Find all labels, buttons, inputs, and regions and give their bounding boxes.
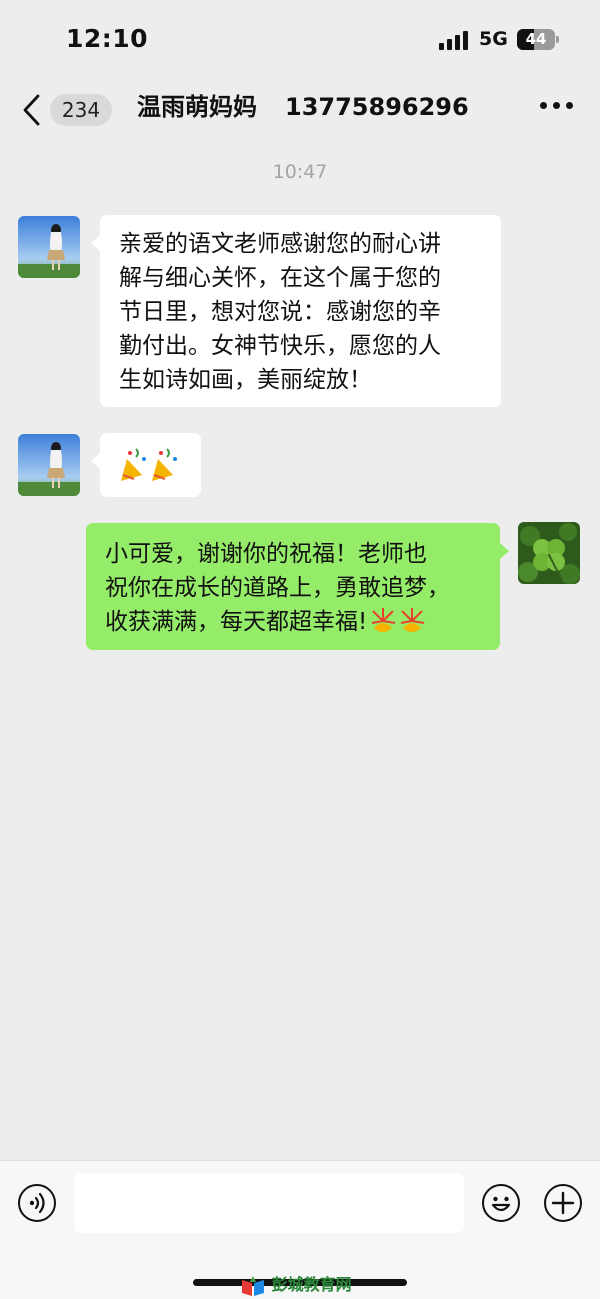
status-time: 12:10: [66, 24, 149, 53]
network-label: 5G: [479, 28, 508, 50]
input-bar: 彭城教育网: [0, 1160, 600, 1299]
outgoing-message-bubble[interactable]: 小可爱，谢谢你的祝福！老师也 祝你在成长的道路上，勇敢追梦， 收获满满，每天都超…: [86, 523, 509, 650]
emoji-button[interactable]: [482, 1184, 520, 1222]
battery-icon: 44: [517, 29, 559, 50]
confetti-ball-icon: [372, 608, 425, 632]
plus-icon: [551, 1191, 575, 1215]
incoming-message-bubble[interactable]: 亲爱的语文老师感谢您的耐心讲 解与细心关怀，在这个属于您的 节日里，想对您说：感…: [91, 215, 501, 407]
message-line: 勤付出。女神节快乐，愿您的人: [119, 333, 441, 359]
message-line: 祝你在成长的道路上，勇敢追梦，: [105, 575, 450, 601]
message-line: 节日里，想对您说：感谢您的辛: [119, 299, 441, 325]
message-line: 小可爱，谢谢你的祝福！老师也: [105, 541, 427, 567]
voice-button[interactable]: [18, 1184, 56, 1222]
message-text: 小可爱，谢谢你的祝福！老师也 祝你在成长的道路上，勇敢追梦， 收获满满，每天都超…: [105, 537, 450, 639]
message-line: 收获满满，每天都超幸福!: [105, 605, 450, 639]
message-line: 亲爱的语文老师感谢您的耐心讲: [119, 231, 441, 257]
contact-phone: 13775896296: [285, 93, 469, 121]
message-line: 生如诗如画，美丽绽放！: [119, 367, 372, 393]
contact-avatar[interactable]: [18, 216, 80, 278]
book-logo-icon: [242, 1275, 264, 1296]
watermark-text: 彭城教育网: [271, 1275, 352, 1294]
more-functions-button[interactable]: [544, 1184, 582, 1222]
message-input[interactable]: [74, 1173, 464, 1233]
incoming-emoji-bubble[interactable]: [91, 433, 201, 497]
avatar-image: [18, 216, 80, 278]
unread-count-badge: 234: [50, 94, 112, 126]
status-bar: 12:10 5G 44: [0, 0, 600, 80]
message-timestamp: 10:47: [272, 161, 328, 183]
message-line-text: 收获满满，每天都超幸福!: [105, 609, 368, 635]
message-text: 亲爱的语文老师感谢您的耐心讲 解与细心关怀，在这个属于您的 节日里，想对您说：感…: [119, 227, 441, 397]
signal-icon: [439, 30, 469, 50]
avatar-image: [18, 434, 80, 496]
watermark: 彭城教育网: [240, 1271, 352, 1296]
chat-header: 234 温雨萌妈妈 13775896296: [0, 80, 600, 136]
more-icon[interactable]: [540, 102, 574, 112]
my-avatar[interactable]: [518, 522, 580, 584]
party-popper-icon: [121, 448, 177, 481]
message-line: 解与细心关怀，在这个属于您的: [119, 265, 441, 291]
contact-avatar[interactable]: [18, 434, 80, 496]
chat-title: 温雨萌妈妈 13775896296: [137, 90, 469, 124]
voice-icon: [29, 1192, 45, 1214]
contact-name: 温雨萌妈妈: [137, 93, 257, 121]
back-button[interactable]: 234: [20, 90, 112, 130]
emoji-icon: [491, 1196, 511, 1212]
battery-level: 44: [525, 30, 547, 48]
avatar-image: [518, 522, 580, 584]
back-arrow-icon: [23, 94, 40, 126]
